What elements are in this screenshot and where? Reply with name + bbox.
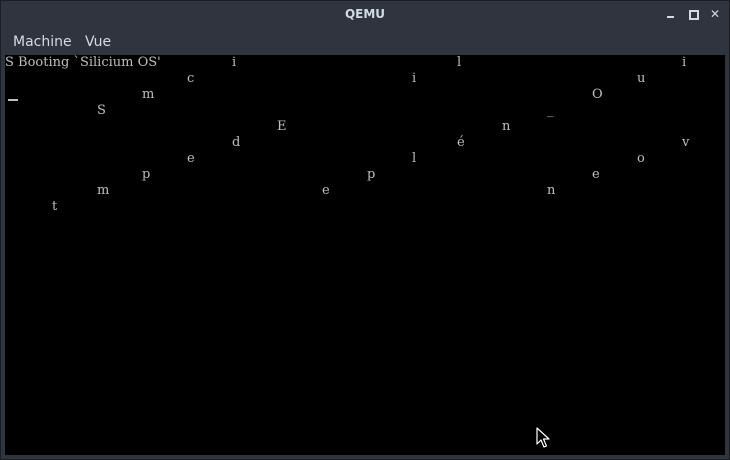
console-char: o xyxy=(637,151,645,166)
console-char: l xyxy=(457,55,462,70)
boot-line: S Booting `Silicium OS' xyxy=(5,55,161,70)
console-char: l xyxy=(412,151,417,166)
console-char: p xyxy=(142,167,151,182)
console-char: i xyxy=(412,71,417,86)
console-char: e xyxy=(322,183,330,198)
console-char: m xyxy=(97,183,110,198)
menu-view[interactable]: Vue xyxy=(85,34,111,50)
window-title: QEMU xyxy=(344,7,386,21)
console-char: p xyxy=(367,167,376,182)
menu-machine[interactable]: Machine xyxy=(13,34,72,50)
console-char: i xyxy=(682,55,687,70)
close-button[interactable]: ✕ xyxy=(709,8,721,20)
console-char: S xyxy=(97,103,106,118)
console-char: n xyxy=(547,183,556,198)
console-char: e xyxy=(187,151,195,166)
menu-bar: Machine Vue xyxy=(1,29,729,55)
maximize-button[interactable] xyxy=(687,8,699,20)
console-char: m xyxy=(142,87,155,102)
minimize-icon xyxy=(667,16,674,18)
close-icon: ✕ xyxy=(709,7,721,21)
console-char: v xyxy=(682,135,690,150)
maximize-icon xyxy=(689,10,699,20)
title-bar[interactable]: QEMU ✕ xyxy=(1,1,729,29)
minimize-button[interactable] xyxy=(665,8,677,20)
console-char: c xyxy=(187,71,195,86)
console-char: t xyxy=(52,199,58,214)
vm-display[interactable]: S Booting `Silicium OS' i l i c i u m O … xyxy=(5,55,725,455)
console-char: i xyxy=(232,55,237,70)
console-char: E xyxy=(277,119,287,134)
mouse-pointer-icon xyxy=(536,427,550,448)
console-char: u xyxy=(637,71,646,86)
console-char: e xyxy=(592,167,600,182)
text-cursor xyxy=(8,99,18,101)
qemu-window: QEMU ✕ Machine Vue S Booting `Silicium O… xyxy=(0,0,730,460)
console-char: n xyxy=(502,119,511,134)
console-char: _ xyxy=(547,103,554,118)
console-char: d xyxy=(232,135,241,150)
console-char: é xyxy=(457,135,465,150)
console-char: O xyxy=(592,87,603,102)
